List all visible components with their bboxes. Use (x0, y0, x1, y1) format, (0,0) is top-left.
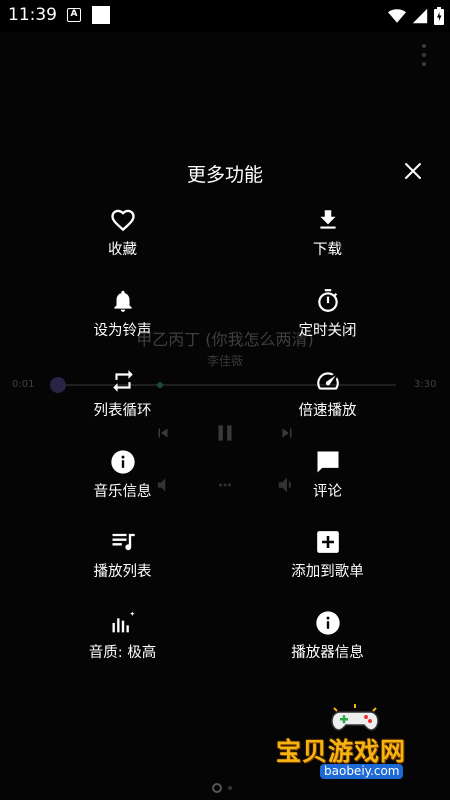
player-info-label: 播放器信息 (291, 644, 364, 661)
page-indicator (212, 783, 232, 793)
audio-quality-button[interactable]: 音质: 极高 (20, 601, 225, 682)
watermark-url: baobeiy.com (320, 764, 404, 779)
set-ringtone-label: 设为铃声 (93, 322, 152, 339)
sleep-timer-label: 定时关闭 (298, 322, 357, 339)
more-functions-grid: 收藏 下载 设为铃声 定时关闭 列表循环 倍速播放 音乐信息 评论 播放列表 添… (20, 198, 430, 682)
repeat-mode-button[interactable]: 列表循环 (20, 359, 225, 440)
playlist-icon (112, 534, 135, 551)
wifi-icon (388, 9, 406, 23)
audio-quality-label: 音质: 极高 (88, 644, 157, 661)
playlist-button[interactable]: 播放列表 (20, 520, 225, 601)
comment-button[interactable]: 评论 (225, 440, 430, 521)
music-info-button[interactable]: 音乐信息 (20, 440, 225, 521)
music-info-label: 音乐信息 (93, 483, 152, 500)
timer-icon (317, 288, 338, 312)
comment-label: 评论 (313, 483, 342, 500)
info-icon (315, 611, 340, 635)
menu-title: 更多功能 (186, 164, 263, 186)
comment-icon (317, 451, 338, 473)
playback-speed-label: 倍速播放 (298, 403, 357, 420)
status-time: 11:39 (8, 5, 57, 25)
info-icon (110, 450, 135, 474)
status-bar: 11:39 A (0, 0, 450, 32)
bell-icon (113, 290, 132, 312)
player-info-button[interactable]: 播放器信息 (225, 601, 430, 682)
add-to-playlist-button[interactable]: 添加到歌单 (225, 520, 430, 601)
notification-square-icon (92, 6, 110, 24)
add-to-playlist-label: 添加到歌单 (291, 564, 364, 581)
status-icons (388, 6, 444, 26)
screen: 甲乙丙丁 (你我怎么两清) 李佳薇 0:01 3:30 11:39 A 更多功能 (0, 0, 450, 800)
favorite-label: 收藏 (108, 242, 137, 258)
signal-icon (412, 8, 428, 24)
repeat-icon (112, 370, 133, 393)
sleep-timer-button[interactable]: 定时关闭 (225, 279, 430, 360)
watermark-text: 宝贝游戏网 (276, 737, 407, 766)
download-button[interactable]: 下载 (225, 198, 430, 279)
gamepad-icon (331, 704, 379, 731)
repeat-mode-label: 列表循环 (93, 403, 152, 420)
more-options-icon[interactable] (418, 44, 430, 68)
download-label: 下载 (313, 242, 342, 258)
favorite-button[interactable]: 收藏 (20, 198, 225, 279)
playlist-label: 播放列表 (93, 564, 152, 581)
playback-speed-button[interactable]: 倍速播放 (225, 359, 430, 440)
notification-a-icon: A (67, 8, 81, 22)
download-icon (319, 210, 336, 229)
speed-gauge-icon (316, 372, 339, 390)
set-ringtone-button[interactable]: 设为铃声 (20, 279, 225, 360)
heart-icon (110, 209, 135, 232)
quality-bars-icon (112, 611, 135, 633)
battery-icon (434, 7, 444, 25)
close-icon[interactable] (401, 159, 425, 183)
add-box-icon (316, 531, 339, 554)
watermark: 宝贝游戏网 baobeiy.com (270, 702, 440, 782)
